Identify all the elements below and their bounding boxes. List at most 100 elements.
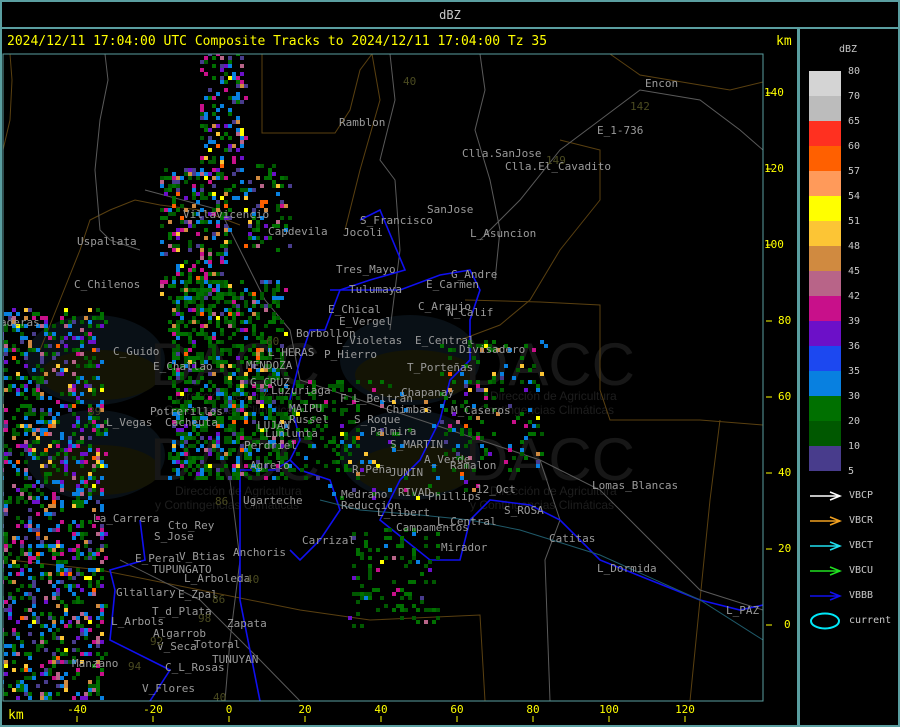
echo-cell [196,280,200,284]
echo-cell [184,332,188,336]
echo-cell [76,624,80,628]
echo-cell [484,392,488,396]
echo-cell [40,572,44,576]
echo-cell [220,196,224,200]
echo-cell [232,156,236,160]
legend-label: 48 [848,241,861,252]
echo-cell [472,436,476,440]
echo-cell [68,384,72,388]
echo-cell [40,376,44,380]
echo-cell [56,372,60,376]
echo-cell [4,556,8,560]
echo-cell [368,592,372,596]
echo-cell [228,352,232,356]
echo-cell [204,440,208,444]
echo-cell [32,672,36,676]
echo-cell [180,464,184,468]
echo-cell [60,372,64,376]
echo-cell [80,436,84,440]
echo-cell [528,420,532,424]
echo-cell [72,648,76,652]
echo-cell [80,600,84,604]
echo-cell [268,452,272,456]
radar-map[interactable]: DACCDirección de Agriculturay Contingenc… [0,0,900,727]
echo-cell [32,376,36,380]
echo-cell [432,608,436,612]
echo-cell [452,428,456,432]
echo-cell [196,260,200,264]
echo-cell [48,472,52,476]
echo-cell [76,672,80,676]
echo-cell [172,312,176,316]
echo-cell [216,452,220,456]
echo-cell [88,592,92,596]
echo-cell [208,180,212,184]
echo-cell [56,596,60,600]
echo-cell [352,592,356,596]
echo-cell [68,324,72,328]
track-arrow-icon [810,566,843,576]
echo-cell [100,388,104,392]
echo-cell [260,340,264,344]
echo-cell [20,668,24,672]
echo-cell [232,392,236,396]
echo-cell [528,408,532,412]
echo-cell [16,620,20,624]
echo-cell [176,308,180,312]
echo-cell [236,304,240,308]
echo-cell [176,228,180,232]
echo-cell [236,344,240,348]
echo-cell [44,508,48,512]
echo-cell [240,388,244,392]
echo-cell [500,372,504,376]
echo-cell [56,636,60,640]
echo-cell [532,432,536,436]
echo-cell [24,404,28,408]
echo-cell [16,564,20,568]
echo-cell [276,192,280,196]
echo-cell [444,440,448,444]
echo-cell [196,192,200,196]
place-label: MENDOZA [246,359,293,372]
echo-cell [164,176,168,180]
echo-cell [56,412,60,416]
echo-cell [20,352,24,356]
echo-cell [204,280,208,284]
echo-cell [228,448,232,452]
echo-cell [48,332,52,336]
place-label: Tres_Mayo [336,263,396,276]
echo-cell [16,588,20,592]
echo-cell [480,388,484,392]
echo-cell [520,356,524,360]
echo-cell [80,488,84,492]
echo-cell [4,540,8,544]
echo-cell [232,416,236,420]
echo-cell [264,176,268,180]
echo-cell [72,584,76,588]
echo-cell [220,392,224,396]
echo-cell [308,444,312,448]
echo-cell [188,224,192,228]
echo-cell [40,368,44,372]
echo-cell [60,432,64,436]
echo-cell [28,348,32,352]
echo-cell [208,336,212,340]
echo-cell [76,440,80,444]
echo-cell [184,400,188,404]
echo-cell [344,436,348,440]
echo-cell [168,212,172,216]
place-label: TUNUYAN [212,653,258,666]
echo-cell [360,556,364,560]
echo-cell [512,456,516,460]
echo-cell [200,388,204,392]
echo-cell [212,352,216,356]
echo-cell [168,328,172,332]
place-label: L_Vegas [106,416,152,429]
echo-cell [192,192,196,196]
echo-cell [88,336,92,340]
echo-cell [32,616,36,620]
echo-cell [180,280,184,284]
echo-cell [224,244,228,248]
echo-cell [52,440,56,444]
echo-cell [196,308,200,312]
